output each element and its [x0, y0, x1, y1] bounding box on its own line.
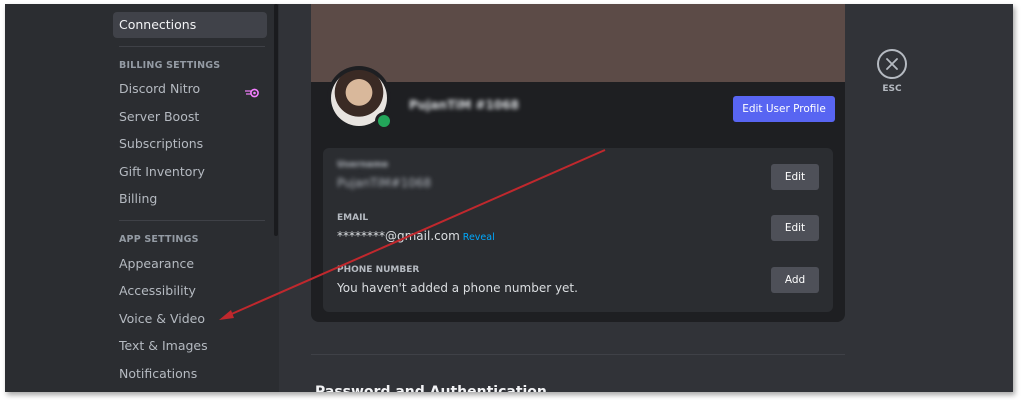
email-field-label: EMAIL: [337, 213, 369, 223]
my-account-content: PujanTiM #1068 Edit User Profile Usernam…: [279, 4, 1013, 392]
sidebar-item-connections[interactable]: Connections: [113, 12, 267, 38]
sidebar-item-billing[interactable]: Billing: [113, 186, 267, 212]
nitro-icon: [245, 88, 259, 98]
phone-field-label: PHONE NUMBER: [337, 265, 420, 275]
avatar-ring: [327, 66, 393, 130]
email-masked-value: ********@gmail.com: [337, 229, 460, 243]
esc-label: ESC: [882, 84, 902, 94]
app-settings-header: APP SETTINGS: [119, 234, 199, 245]
sidebar-item-appearance[interactable]: Appearance: [113, 251, 267, 277]
sidebar-item-notifications[interactable]: Notifications: [113, 361, 267, 387]
sidebar-item-text-images[interactable]: Text & Images: [113, 333, 267, 359]
sidebar-item-gift-inventory[interactable]: Gift Inventory: [113, 159, 267, 185]
phone-field-value: You haven't added a phone number yet.: [337, 281, 578, 295]
username-field-value: PujanTiM#1068: [337, 176, 432, 190]
sidebar-item-voice-video[interactable]: Voice & Video: [113, 306, 267, 332]
billing-settings-header: BILLING SETTINGS: [119, 60, 221, 71]
edit-user-profile-button[interactable]: Edit User Profile: [733, 96, 835, 122]
username-field-label: Username: [337, 160, 389, 170]
profile-banner: [311, 4, 845, 82]
profile-card: PujanTiM #1068 Edit User Profile Usernam…: [311, 4, 845, 322]
add-phone-button[interactable]: Add: [771, 267, 819, 293]
sidebar-separator: [119, 220, 265, 221]
email-field-value: ********@gmail.com Reveal: [337, 229, 495, 243]
sidebar-item-server-boost[interactable]: Server Boost: [113, 104, 267, 130]
sidebar-item-subscriptions[interactable]: Subscriptions: [113, 131, 267, 157]
settings-window: Connections BILLING SETTINGS Discord Nit…: [5, 4, 1013, 392]
sidebar-item-accessibility[interactable]: Accessibility: [113, 278, 267, 304]
edit-email-button[interactable]: Edit: [771, 215, 819, 241]
edit-username-button[interactable]: Edit: [771, 164, 819, 190]
password-auth-heading: Password and Authentication: [315, 384, 547, 392]
sidebar-separator: [119, 46, 265, 47]
sidebar-scrollbar[interactable]: [274, 4, 278, 236]
account-info-box: Username PujanTiM#1068 Edit EMAIL ******…: [323, 148, 833, 312]
settings-sidebar: Connections BILLING SETTINGS Discord Nit…: [5, 4, 279, 392]
close-icon[interactable]: [877, 49, 907, 79]
online-status-icon: [375, 112, 393, 130]
sidebar-item-discord-nitro[interactable]: Discord Nitro: [113, 76, 267, 102]
reveal-email-link[interactable]: Reveal: [463, 232, 495, 243]
profile-username: PujanTiM #1068: [409, 98, 519, 112]
section-divider: [311, 354, 845, 355]
